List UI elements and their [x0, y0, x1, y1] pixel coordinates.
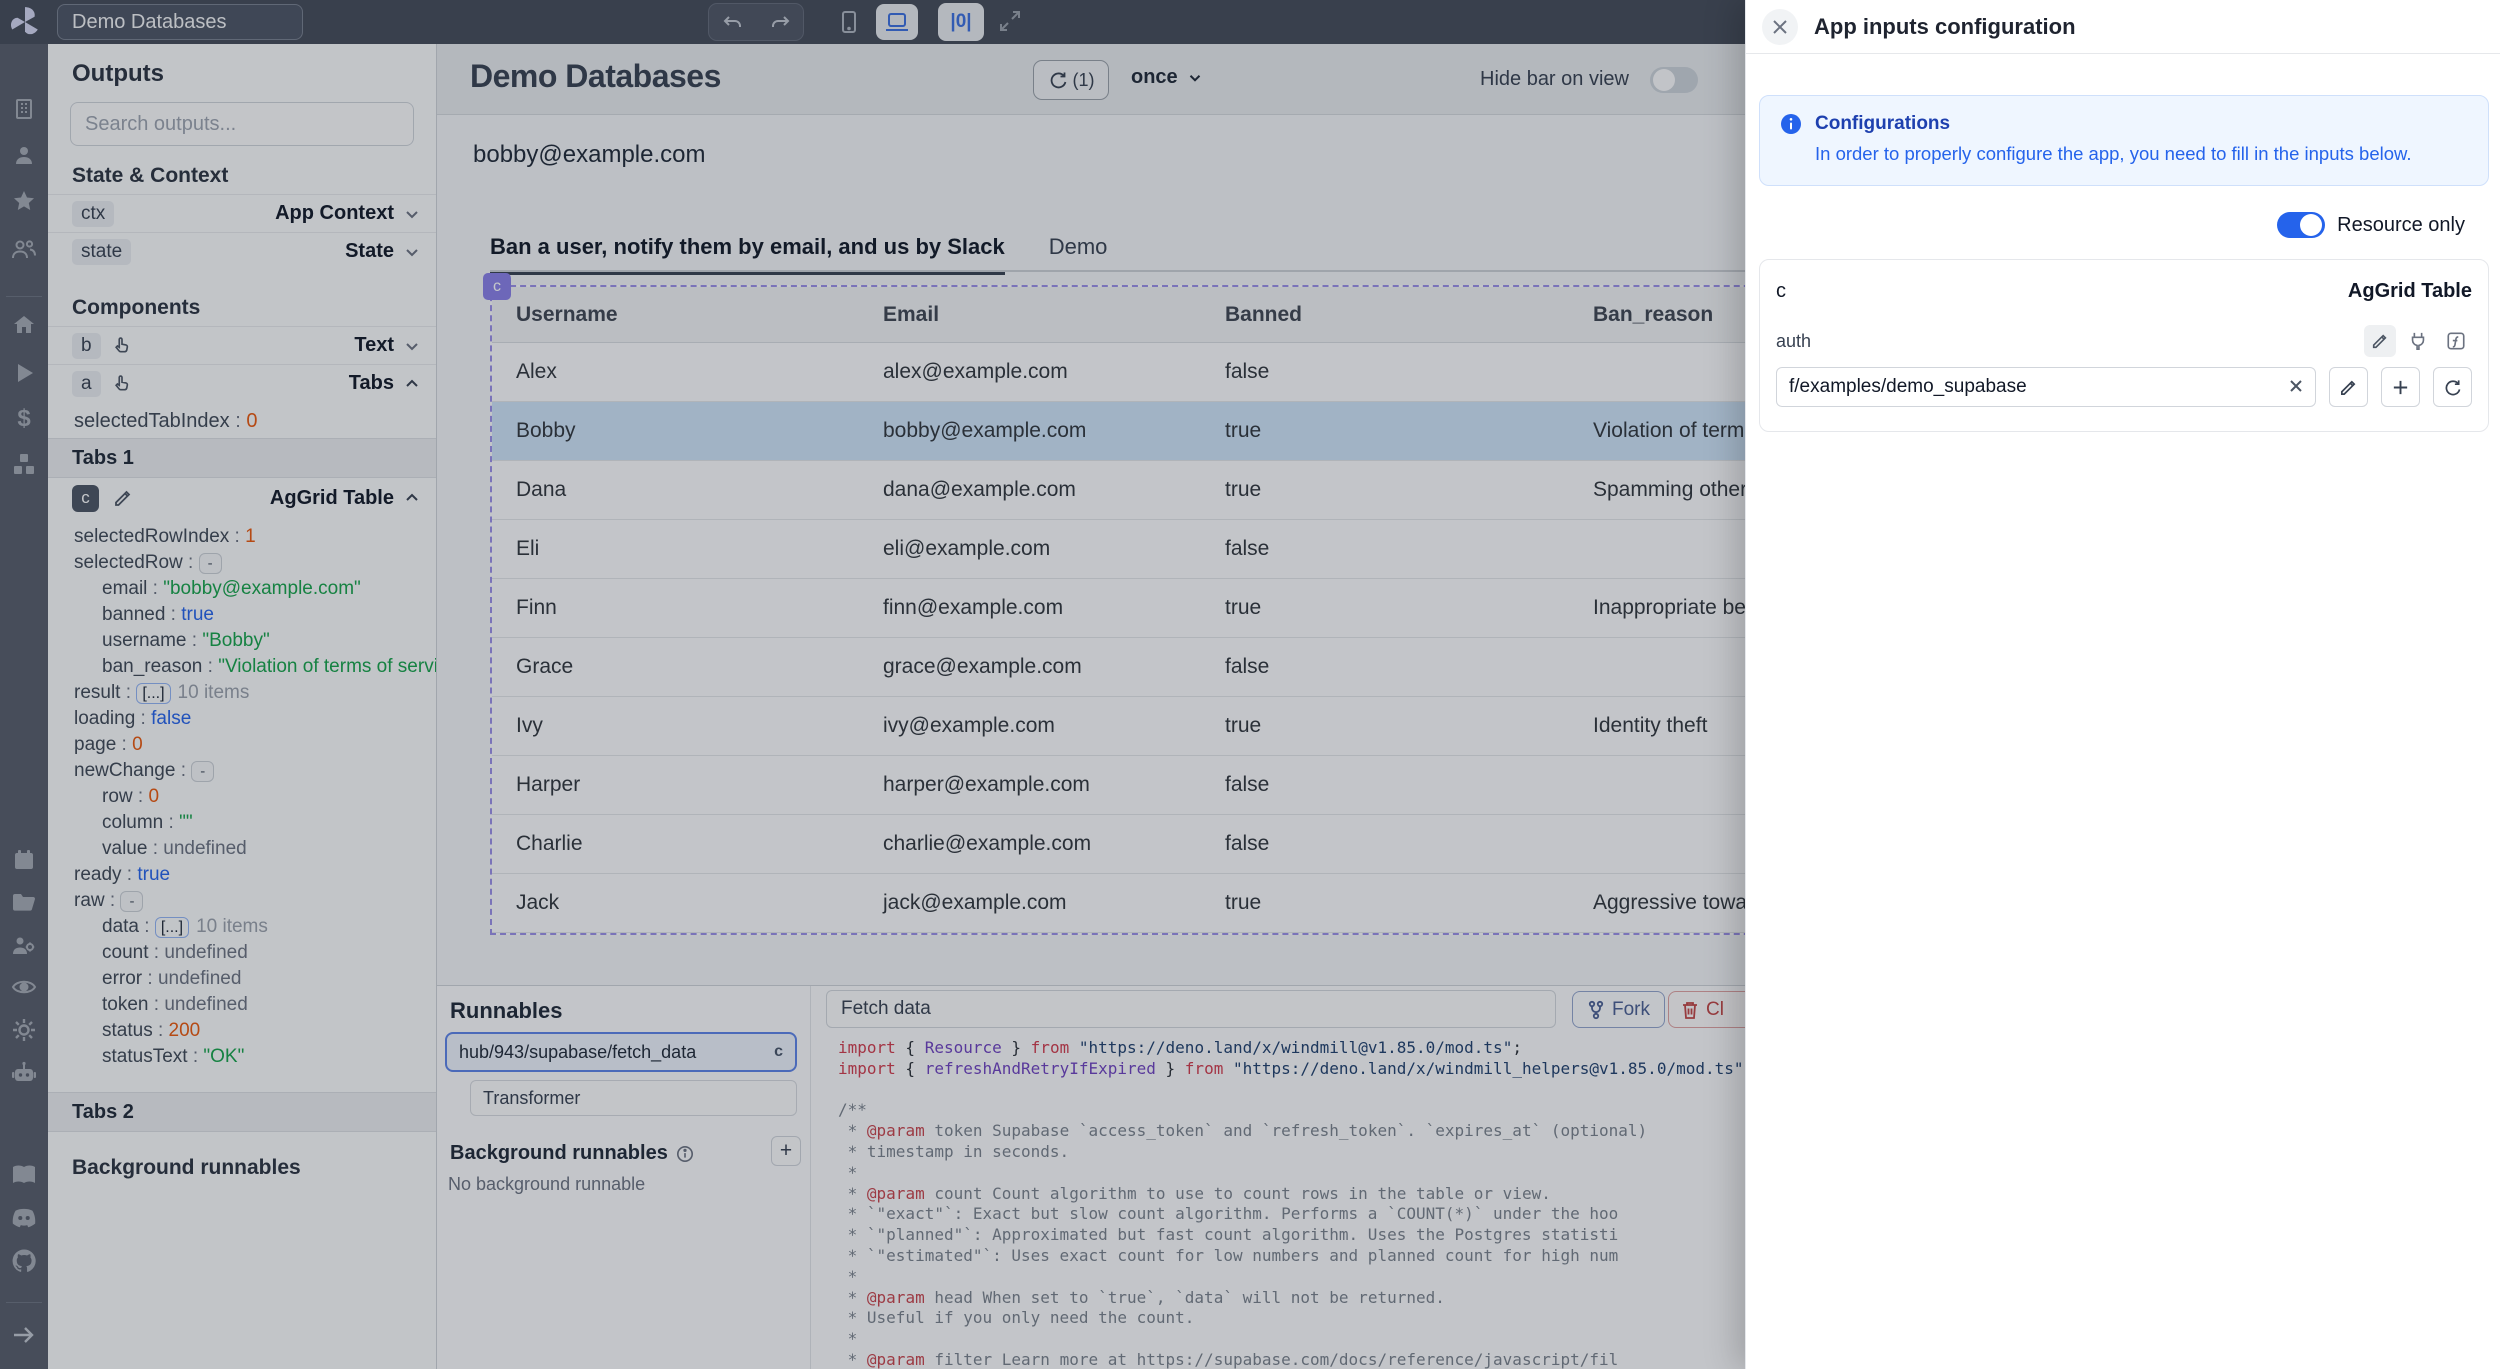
field-type: AgGrid Table [2348, 280, 2472, 303]
alert-title: Configurations [1815, 113, 1950, 135]
info-icon [1780, 113, 1802, 135]
app-inputs-drawer: App inputs configuration Configurations … [1745, 0, 2500, 1369]
refresh-resources-button[interactable] [2433, 367, 2472, 407]
create-resource-plus-button[interactable] [2381, 367, 2420, 407]
auth-input-label: auth [1776, 331, 1811, 352]
resource-only-toggle[interactable] [2277, 212, 2325, 238]
edit-resource-pencil-button[interactable] [2329, 367, 2368, 407]
field-key: c [1776, 280, 1786, 303]
windmill-app-editor: |0| $ [0, 0, 2500, 1369]
configurations-alert: Configurations In order to properly conf… [1759, 95, 2489, 186]
resource-only-label: Resource only [2337, 214, 2465, 237]
static-input-pencil-icon[interactable] [2364, 325, 2396, 357]
close-icon[interactable] [1762, 9, 1798, 45]
drawer-header: App inputs configuration [1746, 0, 2500, 54]
input-config-card: c AgGrid Table auth [1759, 259, 2489, 432]
alert-body: In order to properly configure the app, … [1815, 143, 2468, 165]
clear-input-icon[interactable] [2286, 376, 2306, 396]
connect-plug-icon[interactable] [2402, 325, 2434, 357]
eval-function-icon[interactable] [2440, 325, 2472, 357]
drawer-title: App inputs configuration [1814, 14, 2076, 40]
resource-path-input[interactable] [1776, 367, 2316, 407]
drawer-backdrop[interactable] [0, 0, 1745, 1369]
resource-only-row: Resource only [1746, 212, 2500, 238]
